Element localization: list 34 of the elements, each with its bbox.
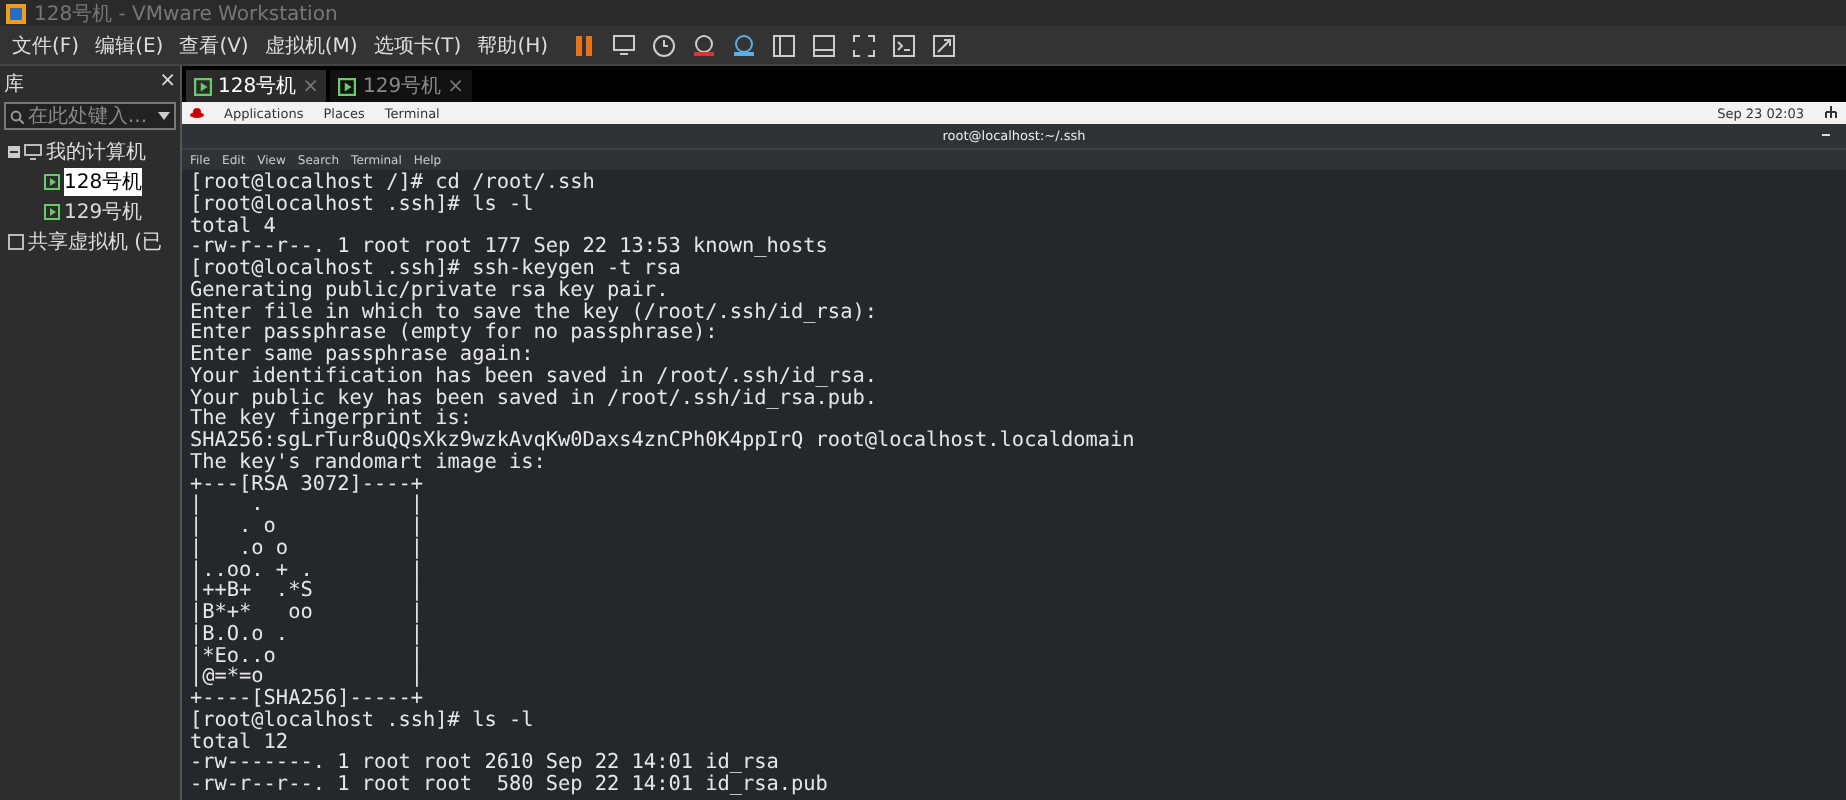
thumbnail-layout-icon[interactable] <box>810 31 839 59</box>
search-icon <box>10 109 24 123</box>
vm-icon <box>194 77 212 95</box>
menu-item[interactable]: 选项卡(T) <box>367 31 468 59</box>
library-title: 库 <box>4 71 24 98</box>
app-logo-icon <box>6 3 26 23</box>
close-icon[interactable]: × <box>447 75 464 97</box>
menu-item[interactable]: 查看(V) <box>173 31 255 59</box>
vm-icon <box>44 174 60 190</box>
vm-icon <box>338 77 357 95</box>
menu-item[interactable]: 编辑(E) <box>89 31 170 59</box>
tree-item[interactable]: 128号机 <box>64 168 143 196</box>
tree-item[interactable]: 我的计算机 <box>46 138 146 166</box>
dropdown-caret-icon <box>158 112 170 120</box>
vm-tab[interactable]: 129号机 × <box>330 70 472 102</box>
menu-item[interactable]: 帮助(H) <box>471 31 555 59</box>
network-icon[interactable] <box>1824 106 1838 120</box>
tree-item[interactable]: 129号机 <box>64 198 143 226</box>
tree-item[interactable]: 共享虚拟机 (已 <box>28 228 163 256</box>
window-title: 128号机 - VMware Workstation <box>34 1 338 27</box>
close-icon[interactable]: × <box>159 70 176 98</box>
menu-item[interactable]: 文件(F) <box>6 31 86 59</box>
vm-tab[interactable]: 128号机 × <box>186 70 327 102</box>
clock-icon[interactable] <box>650 31 679 59</box>
fullscreen-icon[interactable] <box>850 31 879 59</box>
collapse-icon[interactable] <box>8 146 20 158</box>
terminal-output: [root@localhost /]# cd /root/.ssh [root@localhost .ssh]# ls -l total 4 -rw-r--r--. 1 root root 177 Sep 22 13:53 known_hosts [root@localhost .ssh]# ssh-keygen -t rsa Generating public/private rsa key pair. Enter file in which to save the key (/root/.ssh/id_rsa): Enter passphrase (empty for no passphrase): Enter same passphrase again: Your identification has been saved in /root/.ssh/id_rsa. Your public key has been saved in /root/.ssh/id_rsa.pub. The key fingerprint is: SHA256:sgLrTur8uQQsXkz9wzkAvqKw0Daxs4znCPh0K4ppIrQ root@localhost.localdomain The key's randomart image is: +---[RSA 3072]----+ | . | | . o | | .o o | |..oo. + . | |++B+ .*S | |B*+* oo | |B.O.o . | |*Eo..o | |@=*=o | +----[SHA256]-----+ [root@localhost .ssh]# ls -l total 12 -rw-------. 1 root root 2610 Sep 22 14:01 id_rsa -rw-r--r--. 1 root root 580 Sep 22 14:01 id_rsa.pub <box>182 170 1846 800</box>
hat-icon <box>190 108 204 118</box>
computer-icon <box>24 144 42 160</box>
sidebar-layout-icon[interactable] <box>770 31 799 59</box>
vm-icon <box>44 204 60 220</box>
console-icon[interactable] <box>890 31 919 59</box>
menu-item[interactable]: 虚拟机(M) <box>258 31 364 59</box>
search-field[interactable]: 在此处键入... <box>4 102 176 130</box>
